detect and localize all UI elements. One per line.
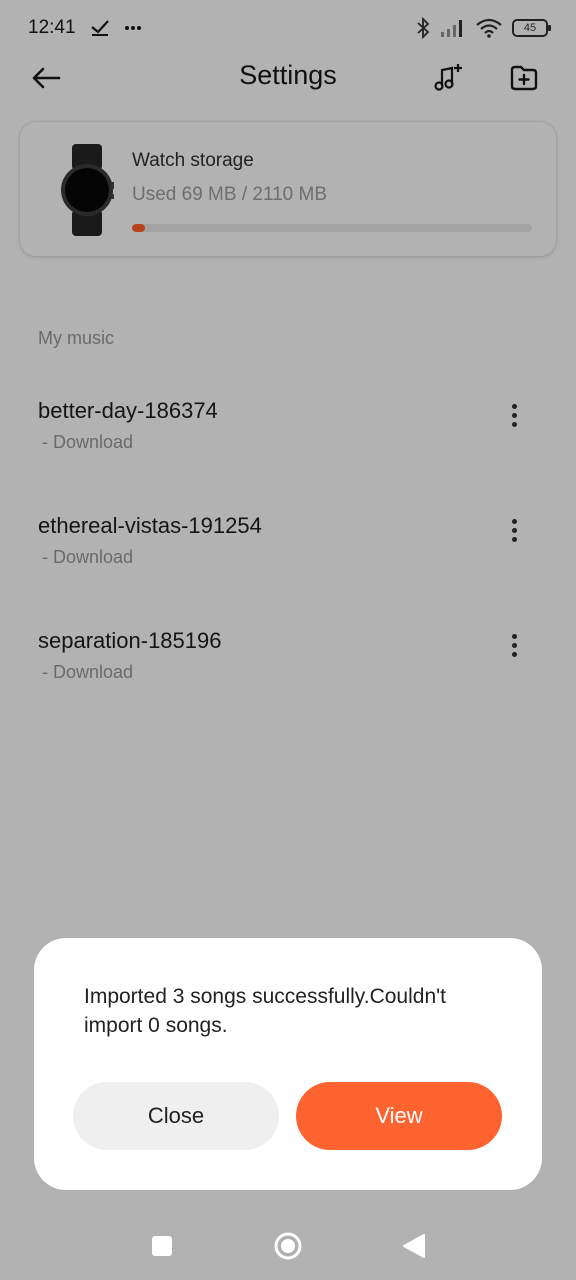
song-subtitle: - Download — [42, 547, 134, 567]
bluetooth-icon — [417, 17, 430, 39]
status-time: 12:41 — [28, 17, 76, 38]
more-icon — [124, 26, 141, 30]
battery-level: 45 — [523, 22, 537, 34]
recents-square-icon[interactable] — [151, 1235, 173, 1257]
status-bar: 12:41 45 — [0, 0, 576, 56]
song-title: ethereal-vistas-191254 — [38, 513, 262, 538]
more-options-button[interactable] — [498, 628, 530, 662]
section-label-my-music: My music — [38, 328, 114, 348]
status-right: 45 — [416, 17, 551, 39]
add-folder-button[interactable] — [504, 58, 544, 98]
song-subtitle: - Download — [42, 432, 134, 452]
song-subtitle: - Download — [42, 662, 134, 682]
wifi-icon — [476, 18, 502, 38]
add-folder-icon — [510, 65, 538, 91]
app-bar: Settings — [0, 56, 576, 102]
more-options-button[interactable] — [498, 513, 530, 547]
add-music-button[interactable] — [428, 58, 468, 98]
list-item[interactable]: better-day-186374 - Download — [0, 398, 576, 488]
watch-icon — [61, 144, 114, 236]
view-button[interactable]: View — [296, 1082, 502, 1150]
storage-progress-bar — [132, 224, 532, 232]
dialog-message: Imported 3 songs successfully.Couldn't i… — [84, 985, 446, 1037]
storage-title: Watch storage — [132, 150, 254, 171]
close-button[interactable]: Close — [73, 1082, 279, 1150]
page-title: Settings — [239, 60, 337, 90]
check-icon — [90, 20, 109, 36]
list-item[interactable]: ethereal-vistas-191254 - Download — [0, 513, 576, 603]
back-triangle-icon[interactable] — [402, 1233, 426, 1259]
system-nav-bar — [0, 1210, 576, 1280]
song-title: better-day-186374 — [38, 398, 218, 423]
watch-storage-card: Watch storage Used 69 MB / 2110 MB — [20, 122, 556, 256]
status-left: 12:41 — [28, 17, 142, 39]
storage-progress-fill — [132, 224, 146, 232]
import-result-dialog: Imported 3 songs successfully.Couldn't i… — [34, 938, 542, 1190]
home-circle-icon[interactable] — [272, 1230, 304, 1262]
storage-usage: Used 69 MB / 2110 MB — [132, 184, 328, 205]
signal-icon — [441, 20, 462, 37]
song-title: separation-185196 — [38, 628, 222, 653]
add-music-icon — [434, 64, 462, 91]
more-options-button[interactable] — [498, 398, 530, 432]
list-item[interactable]: separation-185196 - Download — [0, 628, 576, 718]
battery-icon: 45 — [512, 19, 551, 37]
